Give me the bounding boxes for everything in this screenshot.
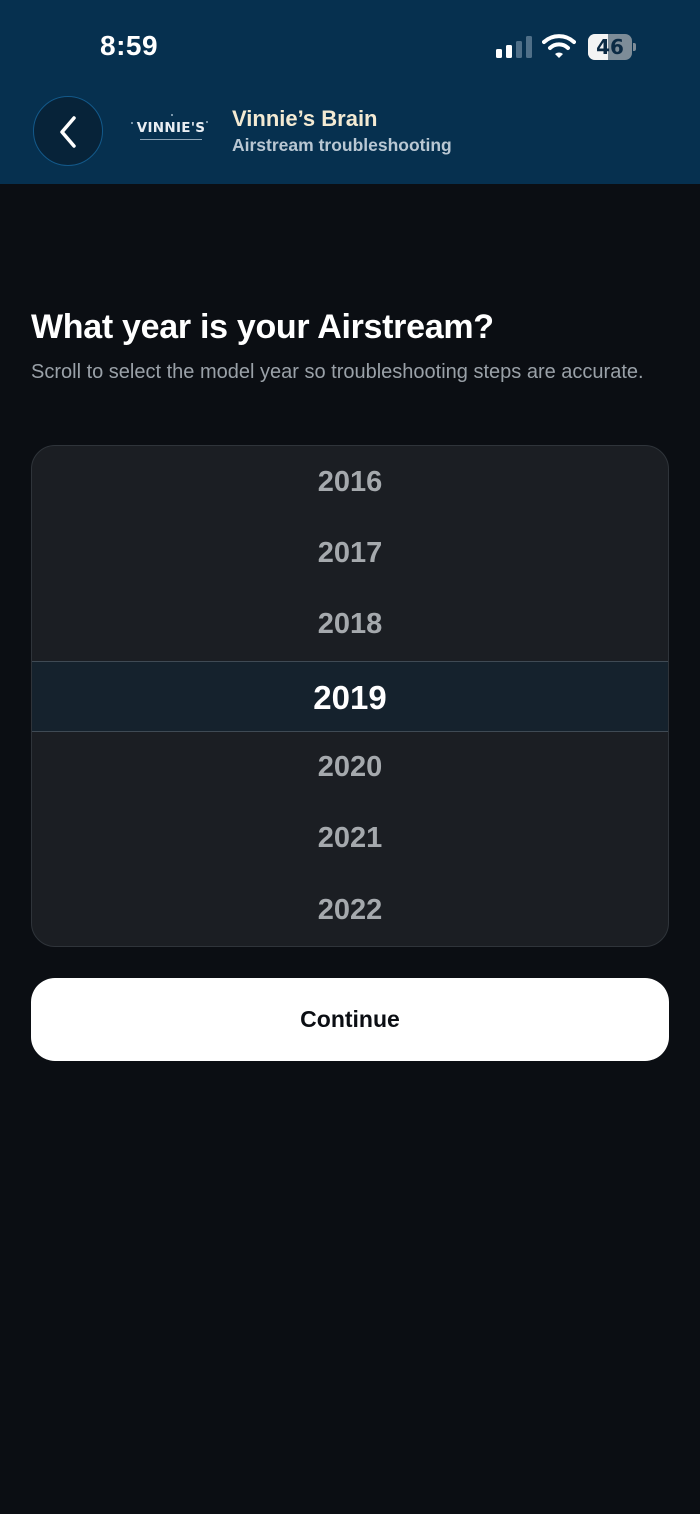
vinnies-logo: VINNIE'S <box>128 112 210 148</box>
helper-text: Scroll to select the model year so troub… <box>31 361 644 383</box>
year-picker[interactable]: 2016 2017 2018 2019 2020 2021 2022 <box>31 445 669 947</box>
year-option-2020[interactable]: 2020 <box>32 732 668 803</box>
signal-bar <box>496 49 502 58</box>
continue-button[interactable]: Continue <box>31 978 669 1061</box>
app-subtitle: Airstream troubleshooting <box>232 135 452 155</box>
year-option-2022[interactable]: 2022 <box>32 875 668 946</box>
app-title: Vinnie’s Brain <box>232 106 378 131</box>
cellular-signal-icon <box>496 36 532 58</box>
battery-body: 46 <box>588 34 632 60</box>
logo-underline <box>140 139 202 140</box>
year-option-2018[interactable]: 2018 <box>32 589 668 660</box>
signal-bar <box>506 45 512 58</box>
back-button[interactable] <box>33 96 103 166</box>
battery-icon: 46 <box>588 34 636 60</box>
year-option-2017[interactable]: 2017 <box>32 518 668 589</box>
year-option-2016[interactable]: 2016 <box>32 447 668 518</box>
app-header: 8:59 46 VINNIE'S Vinnie’s Brain Airstrea… <box>0 0 700 184</box>
logo-text: VINNIE'S <box>136 120 206 136</box>
logo-sparkle <box>171 114 173 116</box>
battery-tip <box>633 43 636 51</box>
status-bar: 8:59 46 <box>0 0 700 92</box>
year-option-selected[interactable]: 2019 <box>32 661 668 732</box>
battery-level: 46 <box>596 35 624 59</box>
wifi-icon <box>542 33 576 59</box>
signal-bar <box>526 36 532 58</box>
status-time: 8:59 <box>100 30 159 61</box>
signal-bar <box>516 41 522 58</box>
chevron-left-icon <box>60 116 76 148</box>
page-title: What year is your Airstream? <box>31 308 494 346</box>
screen: 8:59 46 VINNIE'S Vinnie’s Brain Airstrea… <box>0 0 700 1514</box>
year-option-2021[interactable]: 2021 <box>32 803 668 874</box>
